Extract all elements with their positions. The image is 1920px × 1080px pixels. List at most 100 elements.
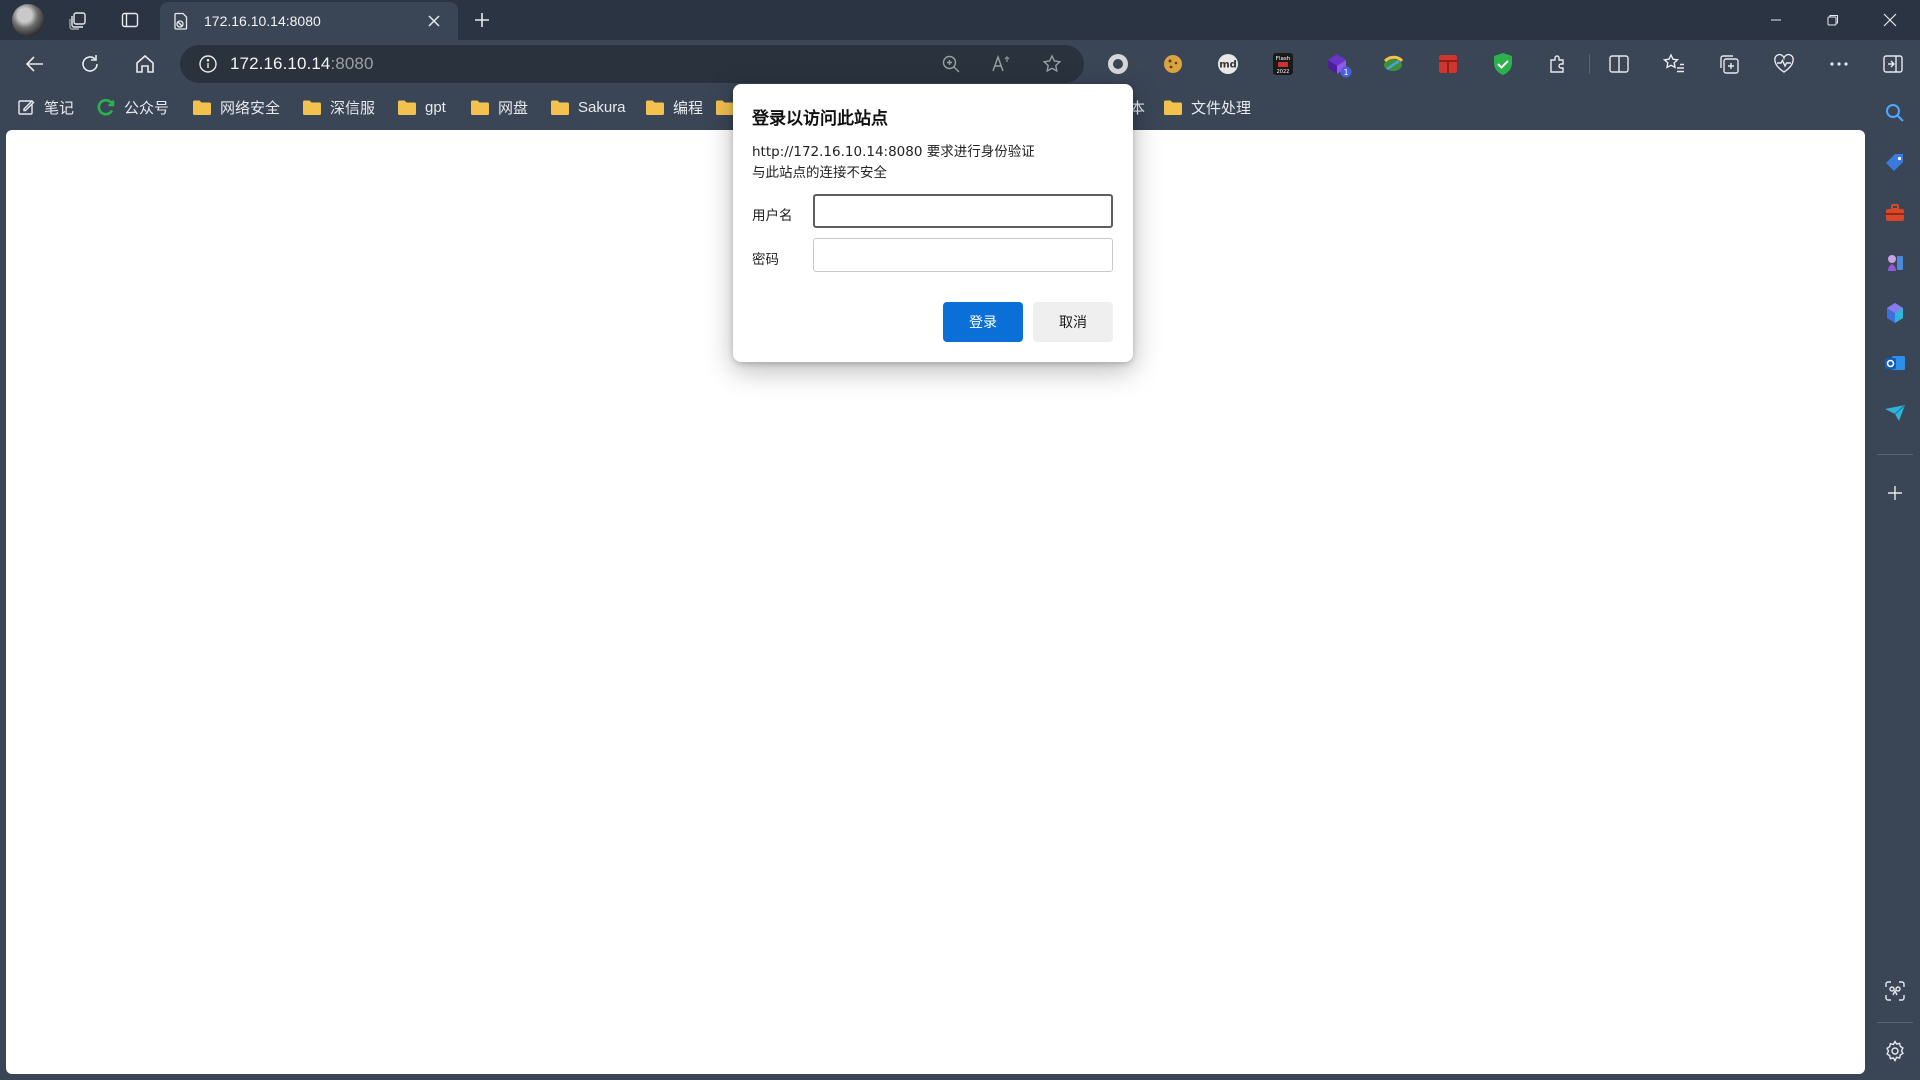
sidebar-screenshot-button[interactable] <box>1875 971 1915 1011</box>
sidebar-tools-button[interactable] <box>1875 193 1915 233</box>
address-bar[interactable]: 172.16.10.14:8080 <box>180 45 1084 83</box>
login-button[interactable]: 登录 <box>943 302 1023 342</box>
sidebar-drop-button[interactable] <box>1875 393 1915 433</box>
extension-red-button[interactable] <box>1433 49 1463 79</box>
sidebar-collapse-icon <box>1883 55 1903 73</box>
home-button[interactable] <box>125 46 165 82</box>
bookmark-folder-gpt[interactable]: gpt <box>397 94 446 120</box>
puzzle-icon <box>1550 55 1564 73</box>
zoom-button[interactable] <box>934 49 968 79</box>
cube-badge-icon: 1 <box>1328 54 1352 78</box>
split-screen-button[interactable] <box>1604 49 1634 79</box>
favorites-button[interactable] <box>1659 49 1689 79</box>
favorite-button[interactable] <box>1035 49 1069 79</box>
tab-strip: 172.16.10.14:8080 <box>0 0 1920 40</box>
bookmark-wechat[interactable]: 公众号 <box>96 94 169 120</box>
new-tab-button[interactable] <box>466 4 498 36</box>
chess-piece-icon <box>1888 255 1903 271</box>
profile-button[interactable] <box>4 0 52 40</box>
dialog-title: 登录以访问此站点 <box>752 109 888 129</box>
bookmark-folder-sangfor[interactable]: 深信服 <box>302 94 375 120</box>
vertical-tabs-button[interactable] <box>106 0 154 40</box>
wechat-refresh-icon <box>96 98 116 116</box>
toolbox-icon <box>1886 204 1904 221</box>
username-field[interactable] <box>813 194 1113 228</box>
edge-sidebar <box>1870 88 1920 1080</box>
sidebar-outlook-button[interactable] <box>1875 343 1915 383</box>
bookmark-folder-sakura[interactable]: Sakura <box>550 94 626 120</box>
sidebar-games-button[interactable] <box>1875 243 1915 283</box>
extension-record-button[interactable] <box>1103 49 1133 79</box>
note-edit-icon <box>16 98 36 116</box>
read-aloud-button[interactable] <box>985 49 1019 79</box>
plus-icon <box>475 13 489 27</box>
folder-icon <box>645 98 665 116</box>
flash-2022-icon: Flash 2022 <box>1273 53 1293 75</box>
heart-pulse-icon <box>1774 53 1794 73</box>
bookmark-folder-network-security[interactable]: 网络安全 <box>192 94 280 120</box>
bookmark-label: 笔记 <box>44 99 75 117</box>
avatar <box>12 4 44 36</box>
restore-icon <box>1827 15 1838 26</box>
arrow-left-icon <box>25 56 43 72</box>
more-menu-button[interactable] <box>1824 49 1854 79</box>
extension-cube-button[interactable]: 1 <box>1323 49 1353 79</box>
more-horizontal-icon <box>1830 62 1848 66</box>
home-icon <box>136 54 154 73</box>
refresh-button[interactable] <box>70 46 110 82</box>
active-tab[interactable]: 172.16.10.14:8080 <box>160 2 458 40</box>
sidebar-divider <box>1877 1022 1913 1023</box>
extension-flash-button[interactable]: Flash 2022 <box>1268 49 1298 79</box>
shopping-tag-icon <box>1886 154 1903 171</box>
cookie-icon <box>1164 55 1182 73</box>
url-port: :8080 <box>330 54 374 73</box>
minimize-icon <box>1771 19 1781 21</box>
bookmark-folder-file-processing[interactable]: 文件处理 <box>1163 94 1251 120</box>
extension-markdown-button[interactable]: md <box>1213 49 1243 79</box>
minimize-button[interactable] <box>1748 0 1804 40</box>
sidebar-settings-button[interactable] <box>1875 1031 1915 1071</box>
search-icon <box>1886 104 1904 122</box>
collections-button[interactable] <box>1714 49 1744 79</box>
flash-badge-year: 2022 <box>1277 69 1290 75</box>
read-aloud-icon <box>992 54 1010 72</box>
extension-badge-count: 1 <box>1343 68 1348 77</box>
folder-icon <box>1163 98 1183 116</box>
page-favicon-icon <box>172 12 190 30</box>
cancel-button[interactable]: 取消 <box>1033 302 1113 342</box>
site-info-button[interactable] <box>186 45 230 83</box>
password-field[interactable] <box>813 238 1113 272</box>
extension-cookie-button[interactable] <box>1158 49 1188 79</box>
extensions-button[interactable] <box>1543 49 1573 79</box>
shield-check-icon <box>1494 53 1512 75</box>
flash-badge-top: Flash <box>1276 56 1291 62</box>
url-host: 172.16.10.14 <box>230 54 331 73</box>
sidebar-add-button[interactable] <box>1875 473 1915 513</box>
close-window-button[interactable] <box>1862 0 1918 40</box>
url-text[interactable]: 172.16.10.14:8080 <box>230 54 374 74</box>
bookmark-label: 网盘 <box>498 99 529 117</box>
markdown-icon: md <box>1218 54 1238 74</box>
sidebar-shopping-button[interactable] <box>1875 143 1915 183</box>
workspaces-button[interactable] <box>54 0 102 40</box>
extension-globe-button[interactable] <box>1378 49 1408 79</box>
tab-close-button[interactable] <box>422 9 446 33</box>
toolbar: 172.16.10.14:8080 md Flash 2022 1 <box>0 40 1920 88</box>
restore-button[interactable] <box>1805 0 1861 40</box>
folder-icon <box>302 98 322 116</box>
bookmark-label: 文件处理 <box>1191 99 1252 117</box>
bookmark-notes[interactable]: 笔记 <box>16 94 74 120</box>
sidebar-toggle-button[interactable] <box>1878 49 1908 79</box>
screenshot-icon <box>1885 981 1905 1001</box>
bookmark-folder-netdisk[interactable]: 网盘 <box>470 94 528 120</box>
paper-plane-icon <box>1885 404 1906 421</box>
sidebar-copilot-button[interactable] <box>1875 293 1915 333</box>
sidebar-search-button[interactable] <box>1875 93 1915 133</box>
bookmark-folder-programming[interactable]: 编程 <box>645 94 703 120</box>
copilot-icon <box>1887 303 1903 323</box>
extension-shield-button[interactable] <box>1488 49 1518 79</box>
back-button[interactable] <box>15 46 55 82</box>
info-icon <box>199 55 217 73</box>
refresh-icon <box>82 55 98 72</box>
browser-essentials-button[interactable] <box>1769 49 1799 79</box>
